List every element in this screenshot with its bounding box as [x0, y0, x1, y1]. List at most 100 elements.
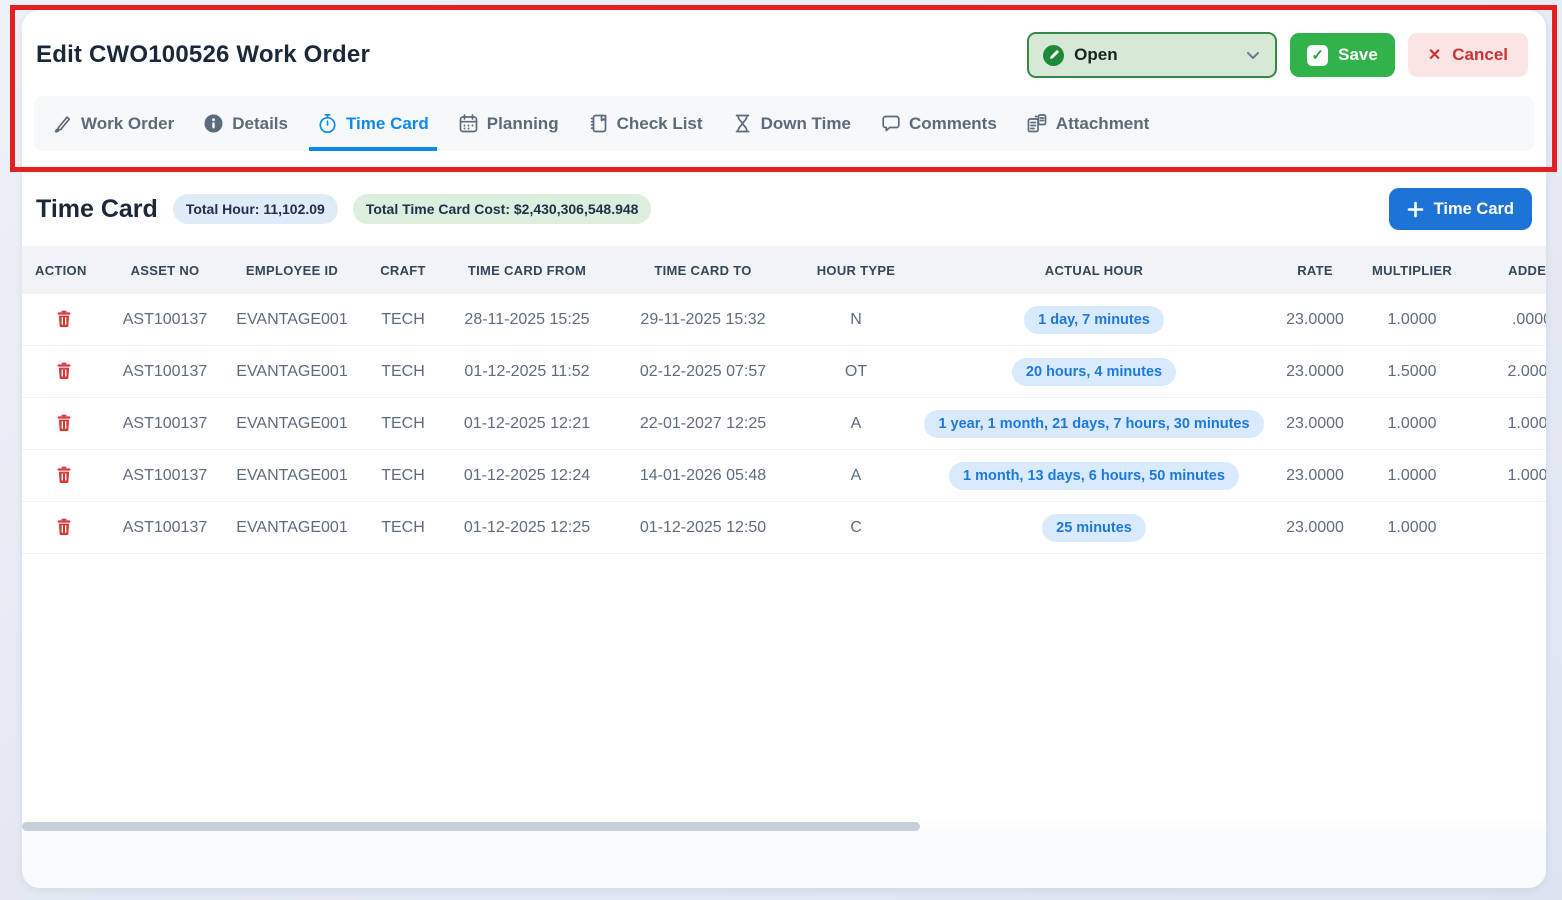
cell-time-card-to: 02-12-2025 07:57	[614, 363, 792, 381]
cell-hour-type: A	[792, 415, 920, 433]
cell-employee-id: EVANTAGE001	[218, 311, 366, 329]
tab-down-time[interactable]: Down Time	[732, 96, 851, 151]
cell-employee-id: EVANTAGE001	[218, 519, 366, 537]
column-header-employee-id: EMPLOYEE ID	[218, 263, 366, 278]
add-time-card-button[interactable]: Time Card	[1389, 188, 1532, 230]
cell-multiplier: 1.0000	[1362, 519, 1462, 537]
cell-time-card-to: 29-11-2025 15:32	[614, 311, 792, 329]
action-cell	[22, 463, 112, 489]
cell-hour-type: C	[792, 519, 920, 537]
cell-time-card-from: 01-12-2025 11:52	[440, 363, 614, 381]
cell-adder: 2.0000	[1462, 363, 1546, 381]
add-time-card-label: Time Card	[1434, 200, 1514, 219]
cell-actual-hour: 1 year, 1 month, 21 days, 7 hours, 30 mi…	[920, 410, 1268, 438]
cell-time-card-from: 01-12-2025 12:24	[440, 467, 614, 485]
action-cell	[22, 411, 112, 437]
trash-icon	[55, 309, 73, 331]
cell-adder: 1.0000	[1462, 415, 1546, 433]
table-row: AST100137EVANTAGE001TECH01-12-2025 12:24…	[22, 450, 1546, 502]
check-square-icon: ✓	[1307, 45, 1328, 66]
table-row: AST100137EVANTAGE001TECH28-11-2025 15:25…	[22, 294, 1546, 346]
cell-rate: 23.0000	[1268, 467, 1362, 485]
cell-asset-no: AST100137	[112, 519, 218, 537]
cell-rate: 23.0000	[1268, 519, 1362, 537]
header-controls: Open ✓ Save ✕ Cancel	[1027, 32, 1528, 78]
delete-row-button[interactable]	[51, 515, 77, 541]
cell-rate: 23.0000	[1268, 363, 1362, 381]
cell-hour-type: OT	[792, 363, 920, 381]
stopwatch-icon	[317, 113, 338, 134]
tab-label: Down Time	[761, 114, 851, 134]
cell-time-card-from: 28-11-2025 15:25	[440, 311, 614, 329]
delete-row-button[interactable]	[51, 307, 77, 333]
table-row: AST100137EVANTAGE001TECH01-12-2025 12:21…	[22, 398, 1546, 450]
pencil-circle-icon	[1043, 45, 1064, 66]
tab-comments[interactable]: Comments	[880, 96, 997, 151]
actual-hour-pill: 1 month, 13 days, 6 hours, 50 minutes	[949, 462, 1239, 490]
cell-multiplier: 1.0000	[1362, 467, 1462, 485]
tab-check-list[interactable]: Check List	[588, 96, 703, 151]
x-icon: ✕	[1428, 45, 1441, 65]
tab-work-order[interactable]: Work Order	[52, 96, 174, 151]
cell-hour-type: A	[792, 467, 920, 485]
cell-employee-id: EVANTAGE001	[218, 363, 366, 381]
cell-asset-no: AST100137	[112, 363, 218, 381]
cell-multiplier: 1.0000	[1362, 311, 1462, 329]
card-footer	[22, 831, 1546, 888]
cell-craft: TECH	[366, 363, 440, 381]
cell-craft: TECH	[366, 311, 440, 329]
cancel-button-label: Cancel	[1452, 45, 1508, 65]
cell-employee-id: EVANTAGE001	[218, 415, 366, 433]
delete-row-button[interactable]	[51, 463, 77, 489]
actual-hour-pill: 20 hours, 4 minutes	[1012, 358, 1176, 386]
tab-label: Work Order	[81, 114, 174, 134]
column-header-action: ACTION	[22, 263, 112, 278]
horizontal-scrollbar-thumb[interactable]	[22, 822, 920, 831]
plus-icon	[1407, 201, 1424, 218]
column-header-hour-type: HOUR TYPE	[792, 263, 920, 278]
horizontal-scrollbar	[22, 822, 1546, 831]
column-header-time-card-from: TIME CARD FROM	[440, 263, 614, 278]
cell-actual-hour: 1 month, 13 days, 6 hours, 50 minutes	[920, 462, 1268, 490]
cell-adder: .0000	[1462, 311, 1546, 329]
cell-time-card-from: 01-12-2025 12:25	[440, 519, 614, 537]
cell-time-card-to: 22-01-2027 12:25	[614, 415, 792, 433]
trash-icon	[55, 361, 73, 383]
cancel-button[interactable]: ✕ Cancel	[1408, 33, 1528, 77]
cell-multiplier: 1.5000	[1362, 363, 1462, 381]
cell-time-card-to: 14-01-2026 05:48	[614, 467, 792, 485]
status-select[interactable]: Open	[1027, 32, 1277, 78]
trash-icon	[55, 517, 73, 539]
cell-actual-hour: 1 day, 7 minutes	[920, 306, 1268, 334]
hourglass-icon	[732, 113, 753, 134]
cell-time-card-from: 01-12-2025 12:21	[440, 415, 614, 433]
cell-rate: 23.0000	[1268, 311, 1362, 329]
actual-hour-pill: 1 year, 1 month, 21 days, 7 hours, 30 mi…	[924, 410, 1263, 438]
tab-label: Time Card	[346, 114, 429, 134]
tab-label: Comments	[909, 114, 997, 134]
cell-time-card-to: 01-12-2025 12:50	[614, 519, 792, 537]
column-header-multiplier: MULTIPLIER	[1362, 263, 1462, 278]
tab-bar: Work Order Details Time Card Planning Check …	[34, 96, 1534, 151]
delete-row-button[interactable]	[51, 411, 77, 437]
save-button-label: Save	[1338, 45, 1378, 65]
actual-hour-pill: 1 day, 7 minutes	[1024, 306, 1164, 334]
column-header-time-card-to: TIME CARD TO	[614, 263, 792, 278]
tab-planning[interactable]: Planning	[458, 96, 559, 151]
status-select-value: Open	[1074, 45, 1117, 65]
delete-row-button[interactable]	[51, 359, 77, 385]
tab-details[interactable]: Details	[203, 96, 288, 151]
cell-craft: TECH	[366, 519, 440, 537]
pen-icon	[52, 113, 73, 134]
cell-rate: 23.0000	[1268, 415, 1362, 433]
column-header-rate: RATE	[1268, 263, 1362, 278]
attachment-icon	[1026, 113, 1048, 134]
tab-attachment[interactable]: Attachment	[1026, 96, 1150, 151]
cell-asset-no: AST100137	[112, 467, 218, 485]
save-button[interactable]: ✓ Save	[1290, 33, 1395, 77]
cell-actual-hour: 20 hours, 4 minutes	[920, 358, 1268, 386]
tab-time-card[interactable]: Time Card	[317, 96, 429, 151]
total-hour-badge: Total Hour: 11,102.09	[173, 194, 338, 224]
column-header-craft: CRAFT	[366, 263, 440, 278]
table-header-row: ACTIONASSET NOEMPLOYEE IDCRAFTTIME CARD …	[22, 246, 1546, 294]
